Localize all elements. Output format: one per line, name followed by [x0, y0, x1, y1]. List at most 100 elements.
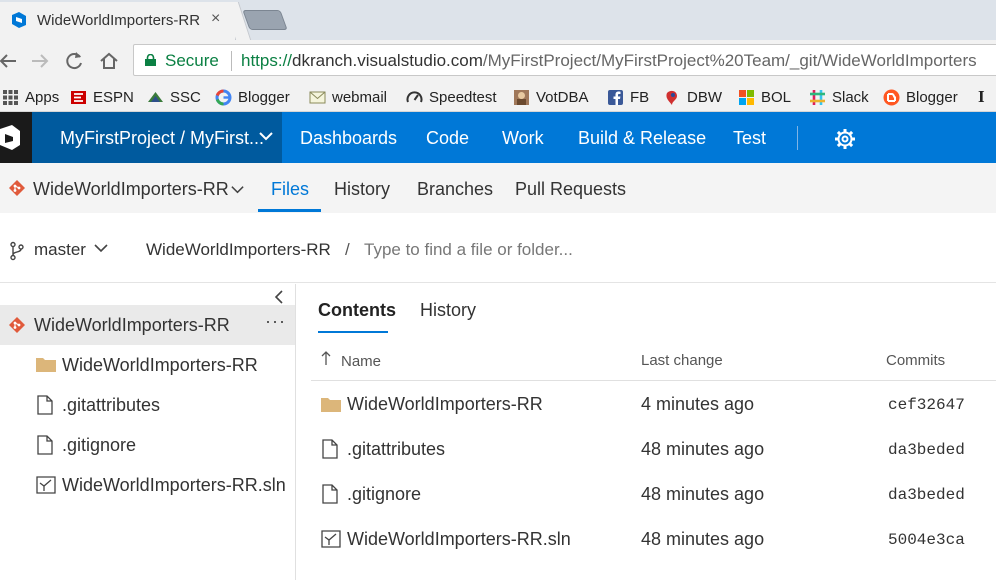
folder-icon [321, 398, 341, 412]
vsts-logo[interactable] [0, 112, 32, 163]
file-search-input[interactable] [358, 235, 778, 265]
file-icon [37, 435, 53, 455]
project-picker[interactable]: MyFirstProject / MyFirst... [32, 112, 282, 163]
bookmark-apps[interactable]: Apps [2, 86, 59, 108]
tree-item[interactable]: .gitattributes [0, 385, 295, 425]
tree-item-label: .gitignore [62, 435, 137, 455]
reload-icon[interactable] [62, 49, 86, 73]
tab-content-history[interactable]: History [420, 300, 476, 321]
row-name[interactable]: WideWorldImporters-RR.sln [347, 529, 571, 550]
sort-ascending-icon[interactable] [321, 350, 331, 369]
column-header-last-change[interactable]: Last change [641, 352, 723, 369]
bookmark-speedtest[interactable]: Speedtest [406, 86, 497, 108]
bookmark-blogger[interactable]: Blogger [883, 86, 958, 108]
repo-selector[interactable]: WideWorldImporters-RR [33, 179, 229, 200]
espn-icon [71, 90, 86, 104]
speedtest-icon [406, 90, 423, 102]
column-header-commits[interactable]: Commits [886, 352, 945, 369]
tab-pull-requests[interactable]: Pull Requests [515, 179, 626, 200]
branch-selector[interactable]: master [34, 240, 86, 260]
bookmark-overflow[interactable]: I [978, 86, 985, 108]
row-name[interactable]: .gitattributes [347, 439, 445, 460]
bookmark-dbw[interactable]: DBW [664, 86, 722, 108]
file-icon [322, 484, 338, 504]
url-text[interactable]: https://dkranch.visualstudio.com/MyFirst… [241, 51, 977, 71]
omnibox-divider [231, 51, 232, 71]
tab-branches[interactable]: Branches [417, 179, 493, 200]
git-repo-icon [9, 180, 25, 196]
bookmark-blogger-google[interactable]: Blogger [215, 86, 290, 108]
windows-icon [739, 89, 754, 105]
close-icon[interactable]: × [211, 10, 220, 28]
file-tree: WideWorldImporters-RR ··· WideWorldImpor… [0, 284, 296, 580]
tree-root-row[interactable]: WideWorldImporters-RR ··· [0, 305, 295, 345]
row-last-change: 48 minutes ago [641, 439, 765, 459]
table-row[interactable]: WideWorldImporters-RR 4 minutes ago cef3… [311, 382, 996, 427]
google-icon [215, 88, 232, 106]
tab-files[interactable]: Files [271, 179, 309, 200]
table-row[interactable]: .gitignore 48 minutes ago da3beded [311, 472, 996, 517]
solution-file-icon [321, 530, 341, 548]
row-name[interactable]: WideWorldImporters-RR [347, 394, 543, 415]
forward-arrow-icon[interactable] [28, 49, 52, 73]
column-header-name[interactable]: Name [341, 353, 381, 370]
bookmark-label: DBW [687, 88, 722, 106]
table-row[interactable]: WideWorldImporters-RR.sln 48 minutes ago… [311, 517, 996, 562]
bookmark-webmail[interactable]: webmail [309, 86, 387, 108]
hub-dashboards[interactable]: Dashboards [300, 128, 397, 149]
bookmark-votdba[interactable]: VotDBA [513, 86, 589, 108]
bookmark-ssc[interactable]: SSC [147, 86, 201, 108]
lock-icon [145, 54, 156, 66]
tab-history[interactable]: History [334, 179, 390, 200]
bookmark-label: Slack [832, 88, 869, 106]
bookmark-label: Blogger [238, 88, 290, 106]
bookmarks-bar: Apps ESPN SSC Blogger webmail Speedtest … [0, 82, 996, 112]
tree-item[interactable]: WideWorldImporters-RR.sln [0, 465, 295, 505]
tree-root-label: WideWorldImporters-RR [34, 315, 230, 335]
chevron-down-icon[interactable] [93, 240, 109, 256]
blogger-icon [883, 89, 900, 105]
gear-icon[interactable] [834, 128, 856, 150]
hub-build-release[interactable]: Build & Release [578, 128, 706, 149]
visual-studio-icon [0, 125, 20, 150]
new-tab-button[interactable] [242, 10, 288, 30]
solution-file-icon [36, 476, 56, 494]
tree-item-label: WideWorldImporters-RR [62, 355, 258, 375]
bookmark-label: ESPN [93, 88, 134, 106]
row-name[interactable]: .gitignore [347, 484, 421, 505]
browser-tab-strip: WideWorldImporters-RR × [0, 0, 996, 40]
contents-pane: Contents History Name Last change Commit… [297, 284, 996, 580]
browser-toolbar: Secure https://dkranch.visualstudio.com/… [0, 40, 996, 82]
bookmark-label: Blogger [906, 88, 958, 106]
votdba-icon [514, 89, 529, 105]
chevron-down-icon[interactable] [230, 182, 245, 197]
more-actions-icon[interactable]: ··· [265, 311, 286, 332]
secure-label: Secure [165, 51, 219, 70]
home-icon[interactable] [97, 49, 121, 73]
row-commit[interactable]: 5004e3ca [888, 531, 965, 549]
hub-code[interactable]: Code [426, 128, 469, 149]
tree-item[interactable]: .gitignore [0, 425, 295, 465]
table-row[interactable]: .gitattributes 48 minutes ago da3beded [311, 427, 996, 472]
row-commit[interactable]: da3beded [888, 486, 965, 504]
row-last-change: 48 minutes ago [641, 484, 765, 504]
path-root[interactable]: WideWorldImporters-RR [146, 240, 331, 260]
tree-item[interactable]: WideWorldImporters-RR [0, 345, 295, 385]
bookmark-espn[interactable]: ESPN [70, 86, 134, 108]
dbw-icon [666, 90, 677, 105]
bookmark-fb[interactable]: FB [607, 86, 649, 108]
row-commit[interactable]: cef32647 [888, 396, 965, 414]
bookmark-label: FB [630, 88, 650, 106]
bookmark-slack[interactable]: Slack [809, 86, 869, 108]
ssc-icon [148, 91, 163, 102]
back-arrow-icon[interactable] [0, 49, 20, 73]
tab-contents[interactable]: Contents [318, 300, 396, 321]
row-commit[interactable]: da3beded [888, 441, 965, 459]
browser-tab[interactable]: WideWorldImporters-RR × [0, 2, 236, 40]
address-bar[interactable]: Secure https://dkranch.visualstudio.com/… [133, 44, 996, 76]
bookmark-label: SSC [170, 88, 201, 106]
bookmark-bol[interactable]: BOL [738, 86, 791, 108]
hub-work[interactable]: Work [502, 128, 544, 149]
hub-test[interactable]: Test [733, 128, 766, 149]
mail-icon [309, 91, 326, 103]
